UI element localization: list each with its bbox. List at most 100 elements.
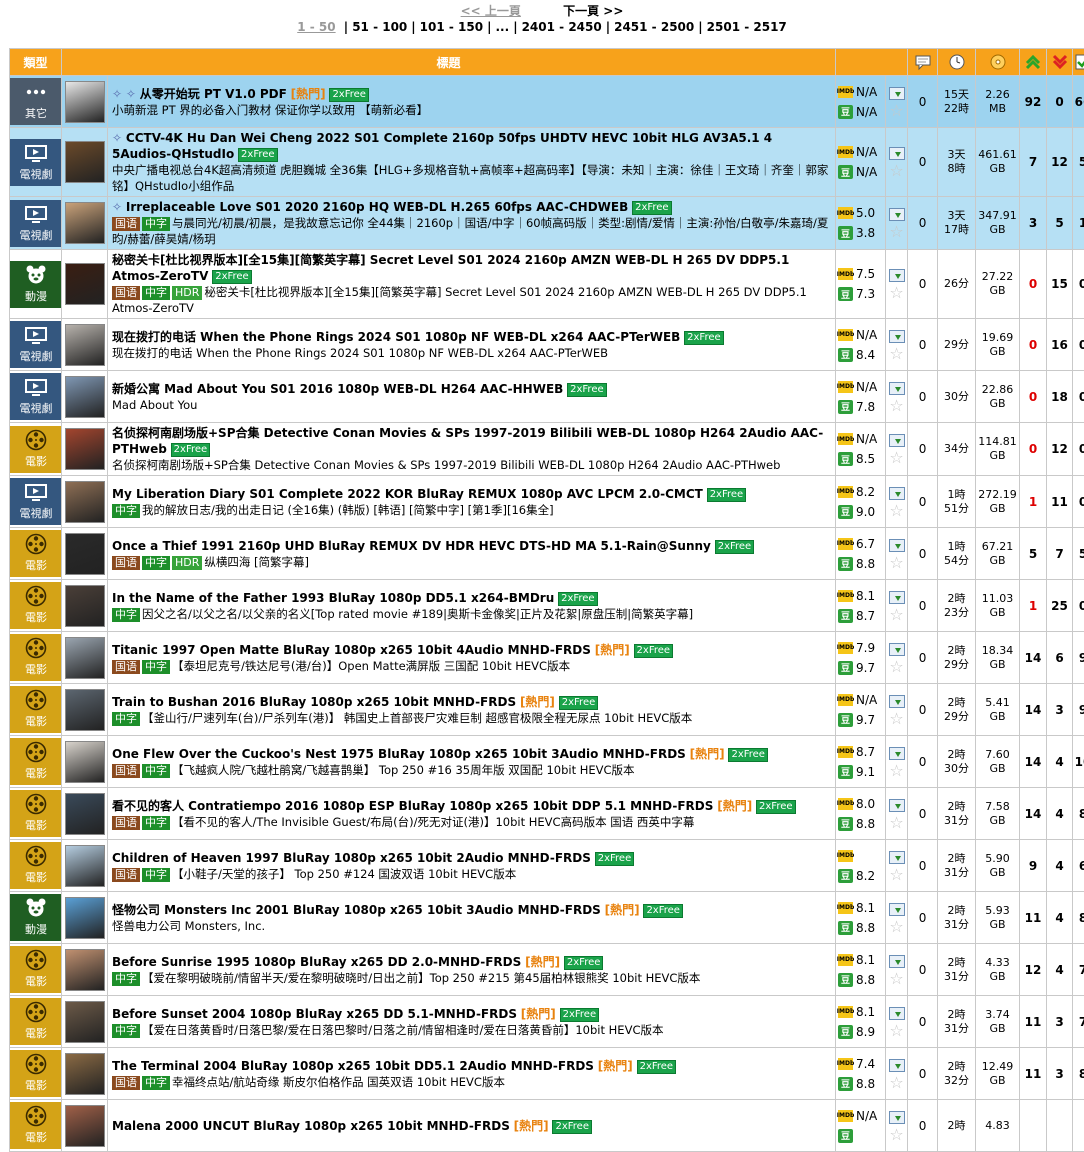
seeders-count[interactable]: 0 — [1020, 250, 1047, 319]
bookmark-star-icon[interactable]: ☆ — [886, 450, 907, 466]
seeders-count[interactable]: 11 — [1020, 1048, 1047, 1100]
bookmark-star-icon[interactable]: ☆ — [886, 1127, 907, 1143]
torrent-title-link[interactable]: 从零开始玩 PT V1.0 PDF — [140, 87, 287, 101]
poster-thumbnail[interactable] — [65, 689, 105, 731]
completed-count[interactable]: 0 — [1073, 319, 1084, 371]
imdb-rating[interactable]: IMDb8.2 — [838, 482, 883, 502]
prev-page-link[interactable]: << 上一頁 — [461, 4, 521, 18]
page-link[interactable]: 101 - 150 — [420, 20, 483, 34]
seeders-count[interactable]: 14 — [1020, 788, 1047, 840]
imdb-rating[interactable]: IMDb5.0 — [838, 203, 883, 223]
header-title[interactable]: 標題 — [62, 49, 836, 76]
imdb-rating[interactable]: IMDb6.7 — [838, 534, 883, 554]
poster-thumbnail[interactable] — [65, 637, 105, 679]
leechers-count[interactable]: 4 — [1047, 944, 1073, 996]
comment-count[interactable]: 0 — [908, 840, 938, 892]
bookmark-star-icon[interactable]: ☆ — [886, 398, 907, 414]
page-link[interactable]: 2451 - 2500 — [614, 20, 694, 34]
completed-count[interactable]: 7 — [1073, 944, 1084, 996]
imdb-rating[interactable]: IMDb8.1 — [838, 950, 883, 970]
comment-count[interactable]: 0 — [908, 371, 938, 423]
torrent-title-link[interactable]: 新婚公寓 Mad About You S01 2016 1080p WEB-DL… — [112, 382, 563, 396]
leechers-count[interactable]: 15 — [1047, 250, 1073, 319]
douban-rating[interactable]: 豆8.4 — [838, 345, 883, 365]
category-badge[interactable]: 電影 — [10, 426, 62, 473]
imdb-rating[interactable]: IMDbN/A — [838, 690, 883, 710]
imdb-rating[interactable]: IMDb7.4 — [838, 1054, 883, 1074]
download-icon[interactable] — [889, 747, 905, 760]
download-icon[interactable] — [889, 87, 905, 100]
torrent-title-link[interactable]: 看不见的客人 Contratiempo 2016 1080p ESP BluRa… — [112, 799, 713, 813]
leechers-count[interactable]: 4 — [1047, 736, 1073, 788]
leechers-count[interactable]: 5 — [1047, 197, 1073, 250]
bookmark-star-icon[interactable]: ☆ — [886, 815, 907, 831]
completed-count[interactable]: 10 — [1073, 736, 1084, 788]
leechers-count[interactable]: 16 — [1047, 319, 1073, 371]
poster-thumbnail[interactable] — [65, 263, 105, 305]
seeders-count[interactable]: 14 — [1020, 736, 1047, 788]
completed-count[interactable]: 0 — [1073, 580, 1084, 632]
comment-count[interactable]: 0 — [908, 197, 938, 250]
bookmark-star-icon[interactable]: ☆ — [886, 285, 907, 301]
comment-count[interactable]: 0 — [908, 1048, 938, 1100]
douban-rating[interactable]: 豆7.3 — [838, 284, 883, 304]
imdb-rating[interactable]: IMDb — [838, 846, 883, 866]
comment-count[interactable]: 0 — [908, 580, 938, 632]
bookmark-star-icon[interactable]: ☆ — [886, 763, 907, 779]
header-size[interactable] — [976, 49, 1020, 76]
comment-count[interactable]: 0 — [908, 632, 938, 684]
leechers-count[interactable]: 12 — [1047, 128, 1073, 197]
download-icon[interactable] — [889, 903, 905, 916]
poster-thumbnail[interactable] — [65, 741, 105, 783]
torrent-title-link[interactable]: 现在拨打的电话 When the Phone Rings 2024 S01 10… — [112, 330, 680, 344]
download-icon[interactable] — [889, 382, 905, 395]
download-icon[interactable] — [889, 1111, 905, 1124]
seeders-count[interactable]: 1 — [1020, 580, 1047, 632]
seeders-count[interactable]: 12 — [1020, 944, 1047, 996]
bookmark-star-icon[interactable]: ☆ — [886, 607, 907, 623]
page-link[interactable]: 2501 - 2517 — [707, 20, 787, 34]
category-badge[interactable]: 電影 — [10, 738, 62, 785]
completed-count[interactable]: 9 — [1073, 632, 1084, 684]
category-badge[interactable]: 電視劇 — [10, 321, 62, 368]
category-badge[interactable]: 動漫 — [10, 261, 62, 308]
comment-count[interactable]: 0 — [908, 76, 938, 128]
bookmark-star-icon[interactable]: ☆ — [886, 971, 907, 987]
seeders-count[interactable]: 9 — [1020, 840, 1047, 892]
category-badge[interactable]: 電影 — [10, 946, 62, 993]
poster-thumbnail[interactable] — [65, 324, 105, 366]
poster-thumbnail[interactable] — [65, 793, 105, 835]
imdb-rating[interactable]: IMDbN/A — [838, 82, 883, 102]
poster-thumbnail[interactable] — [65, 949, 105, 991]
douban-rating[interactable]: 豆9.7 — [838, 658, 883, 678]
poster-thumbnail[interactable] — [65, 481, 105, 523]
torrent-title-link[interactable]: Children of Heaven 1997 BluRay 1080p x26… — [112, 851, 591, 865]
douban-rating[interactable]: 豆N/A — [838, 102, 883, 122]
completed-count[interactable]: 8 — [1073, 1048, 1084, 1100]
torrent-title-link[interactable]: Train to Bushan 2016 BluRay 1080p x265 1… — [112, 695, 516, 709]
comment-count[interactable]: 0 — [908, 528, 938, 580]
torrent-title-link[interactable]: 怪物公司 Monsters Inc 2001 BluRay 1080p x265… — [112, 903, 601, 917]
header-seeders[interactable] — [1020, 49, 1047, 76]
douban-rating[interactable]: 豆8.8 — [838, 814, 883, 834]
comment-count[interactable]: 0 — [908, 128, 938, 197]
torrent-title-link[interactable]: Malena 2000 UNCUT BluRay 1080p x265 10bi… — [112, 1119, 510, 1133]
download-icon[interactable] — [889, 147, 905, 160]
imdb-rating[interactable]: IMDb8.7 — [838, 742, 883, 762]
leechers-count[interactable]: 11 — [1047, 476, 1073, 528]
download-icon[interactable] — [889, 851, 905, 864]
completed-count[interactable]: 0 — [1073, 476, 1084, 528]
douban-rating[interactable]: 豆8.2 — [838, 866, 883, 886]
poster-thumbnail[interactable] — [65, 533, 105, 575]
category-badge[interactable]: 電影 — [10, 842, 62, 889]
completed-count[interactable]: 0 — [1073, 423, 1084, 476]
poster-thumbnail[interactable] — [65, 428, 105, 470]
comment-count[interactable]: 0 — [908, 788, 938, 840]
download-icon[interactable] — [889, 330, 905, 343]
bookmark-star-icon[interactable]: ☆ — [886, 224, 907, 240]
download-icon[interactable] — [889, 434, 905, 447]
download-icon[interactable] — [889, 695, 905, 708]
comment-count[interactable]: 0 — [908, 736, 938, 788]
leechers-count[interactable]: 3 — [1047, 1048, 1073, 1100]
category-badge[interactable]: 電影 — [10, 634, 62, 681]
